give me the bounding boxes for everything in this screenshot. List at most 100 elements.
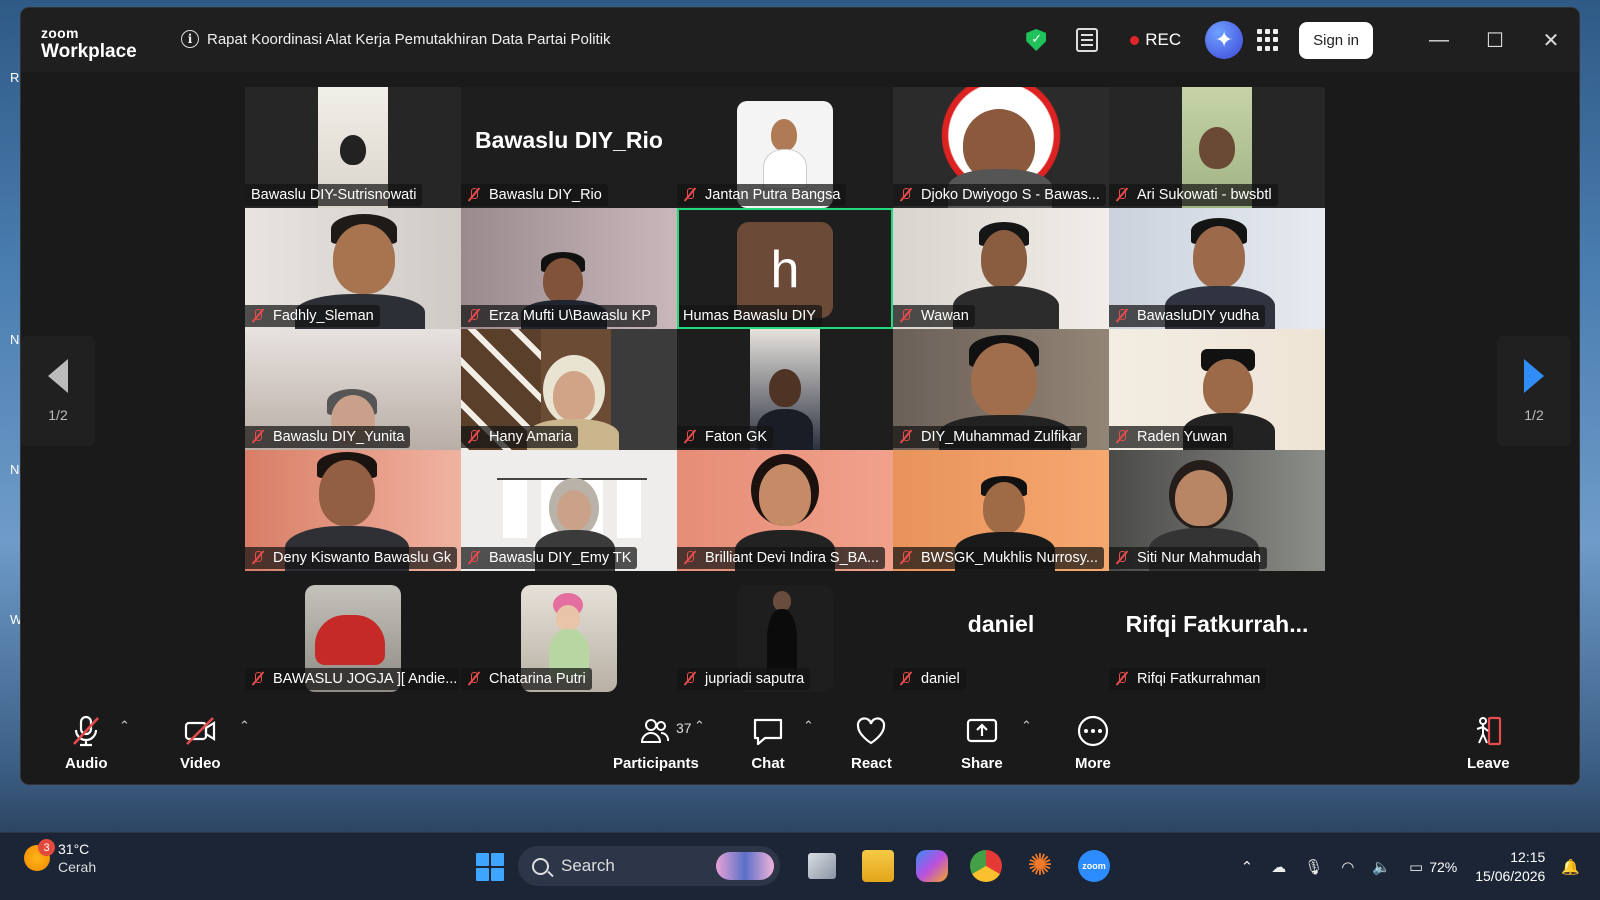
video-tile[interactable]: Chatarina Putri bbox=[461, 571, 677, 692]
video-tile[interactable]: jupriadi saputra bbox=[677, 571, 893, 692]
show-hidden-icons-chevron-icon[interactable]: ⌃ bbox=[1241, 858, 1254, 876]
video-tile[interactable]: Wawan bbox=[893, 208, 1109, 329]
mic-muted-icon bbox=[1115, 551, 1129, 565]
maximize-button[interactable]: ☐ bbox=[1467, 8, 1523, 72]
gallery-view: 1/2 1/2 Bawaslu DIY-Sutrisnowati Bawaslu… bbox=[21, 72, 1579, 706]
mic-muted-icon bbox=[683, 672, 697, 686]
video-tile[interactable]: Bawaslu DIY_Emy TK bbox=[461, 450, 677, 571]
video-tile[interactable]: Ari Sukowati - bwsbtl bbox=[1109, 87, 1325, 208]
audio-button[interactable]: Audio bbox=[65, 714, 108, 772]
info-icon[interactable]: i bbox=[181, 30, 199, 48]
mic-muted-icon bbox=[73, 715, 100, 747]
notes-icon[interactable] bbox=[1076, 28, 1099, 52]
mic-muted-icon bbox=[251, 551, 265, 565]
clock[interactable]: 12:15 15/06/2026 bbox=[1475, 848, 1545, 886]
weather-widget[interactable]: 3 31°C Cerah bbox=[24, 839, 96, 875]
more-button[interactable]: More bbox=[1075, 714, 1111, 772]
heart-icon bbox=[857, 717, 886, 745]
mic-muted-icon bbox=[1115, 188, 1129, 202]
participants-options-chevron-icon[interactable]: ⌃ bbox=[694, 718, 705, 734]
battery-icon[interactable]: ▭ bbox=[1409, 858, 1423, 876]
mic-muted-icon bbox=[899, 430, 913, 444]
sign-in-button[interactable]: Sign in bbox=[1299, 21, 1373, 59]
share-options-chevron-icon[interactable]: ⌃ bbox=[1021, 718, 1032, 734]
video-tile[interactable]: BWSGK_Mukhlis Nurrosy... bbox=[893, 450, 1109, 571]
video-off-icon bbox=[185, 717, 216, 745]
video-tile[interactable]: Jantan Putra Bangsa bbox=[677, 87, 893, 208]
meeting-info[interactable]: i Rapat Koordinasi Alat Kerja Pemutakhir… bbox=[181, 30, 611, 48]
battery-percent: 72% bbox=[1429, 859, 1458, 875]
video-options-chevron-icon[interactable]: ⌃ bbox=[239, 718, 250, 734]
react-button[interactable]: React bbox=[851, 714, 892, 772]
zoom-logo: zoom Workplace bbox=[41, 25, 137, 62]
mic-muted-icon bbox=[1115, 430, 1129, 444]
wifi-icon[interactable]: ◠ bbox=[1341, 858, 1354, 876]
chat-options-chevron-icon[interactable]: ⌃ bbox=[803, 718, 814, 734]
mic-muted-icon bbox=[467, 551, 481, 565]
video-tile[interactable]: Rifqi Fatkurrah... Rifqi Fatkurrahman bbox=[1109, 571, 1325, 692]
onedrive-cloud-icon[interactable]: ☁ bbox=[1271, 858, 1286, 876]
rec-dot-icon bbox=[1130, 35, 1140, 45]
ai-companion-icon[interactable]: ✦ bbox=[1205, 21, 1244, 59]
zoom-taskbar-icon[interactable]: zoom bbox=[1078, 850, 1110, 882]
video-tile[interactable]: Bawaslu DIY_Rio Bawaslu DIY_Rio bbox=[461, 87, 677, 208]
volume-icon[interactable]: 🔈 bbox=[1372, 858, 1391, 876]
microphone-location-icon[interactable]: 🎙 bbox=[1304, 858, 1323, 876]
next-page-button[interactable]: 1/2 bbox=[1497, 336, 1571, 446]
mic-muted-icon bbox=[899, 309, 913, 323]
windows-start-icon[interactable] bbox=[476, 853, 504, 881]
arrow-right-icon bbox=[1524, 359, 1544, 393]
mic-muted-icon bbox=[1115, 672, 1129, 686]
video-tile[interactable]: Fadhly_Sleman bbox=[245, 208, 461, 329]
video-tile[interactable]: DIY_Muhammad Zulfikar bbox=[893, 329, 1109, 450]
mic-muted-icon bbox=[683, 430, 697, 444]
chrome-icon[interactable] bbox=[970, 850, 1002, 882]
video-tile[interactable]: Deny Kiswanto Bawaslu Gk bbox=[245, 450, 461, 571]
video-tile[interactable]: Djoko Dwiyogo S - Bawas... bbox=[893, 87, 1109, 208]
apps-grid-icon[interactable] bbox=[1257, 29, 1279, 51]
recording-indicator[interactable]: REC bbox=[1130, 30, 1181, 50]
mic-muted-icon bbox=[899, 672, 913, 686]
notifications-bell-icon[interactable]: 🔔 bbox=[1561, 858, 1580, 876]
mic-muted-icon bbox=[251, 309, 265, 323]
security-shield-icon[interactable] bbox=[1026, 29, 1047, 51]
audio-options-chevron-icon[interactable]: ⌃ bbox=[119, 718, 130, 734]
minimize-button[interactable]: — bbox=[1411, 8, 1467, 72]
mic-muted-icon bbox=[683, 188, 697, 202]
video-tile[interactable]: Raden Yuwan bbox=[1109, 329, 1325, 450]
system-tray: ⌃ ☁ 🎙 ◠ 🔈 ▭ 72% 12:15 15/06/2026 🔔 bbox=[1241, 833, 1600, 900]
more-dots-icon bbox=[1077, 715, 1109, 747]
leave-icon bbox=[1476, 716, 1502, 746]
file-explorer-icon[interactable] bbox=[862, 850, 894, 882]
video-tile[interactable]: BAWASLU JOGJA ][ Andie... bbox=[245, 571, 461, 692]
claude-icon[interactable]: ✺ bbox=[1024, 850, 1056, 882]
video-tile[interactable]: Brilliant Devi Indira S_BA... bbox=[677, 450, 893, 571]
mic-muted-icon bbox=[467, 430, 481, 444]
task-view-icon[interactable] bbox=[808, 853, 836, 879]
video-tile[interactable]: Erza Mufti U\Bawaslu KP bbox=[461, 208, 677, 329]
video-tile[interactable]: Faton GK bbox=[677, 329, 893, 450]
close-button[interactable]: ✕ bbox=[1523, 8, 1579, 72]
notification-badge: 3 bbox=[38, 839, 55, 856]
video-tile[interactable]: Bawaslu DIY-Sutrisnowati bbox=[245, 87, 461, 208]
video-tile[interactable]: BawasluDIY yudha bbox=[1109, 208, 1325, 329]
arrow-left-icon bbox=[48, 359, 68, 393]
participants-button[interactable]: 37 Participants bbox=[613, 714, 699, 772]
video-tile[interactable]: Siti Nur Mahmudah bbox=[1109, 450, 1325, 571]
video-tile[interactable]: Bawaslu DIY_Yunita bbox=[245, 329, 461, 450]
taskbar-search[interactable]: Search bbox=[518, 846, 780, 886]
copilot-icon[interactable] bbox=[916, 850, 948, 882]
mic-muted-icon bbox=[467, 188, 481, 202]
leave-button[interactable]: Leave bbox=[1467, 714, 1510, 772]
title-bar: zoom Workplace i Rapat Koordinasi Alat K… bbox=[21, 8, 1579, 72]
video-tile[interactable]: Hany Amaria bbox=[461, 329, 677, 450]
share-button[interactable]: Share bbox=[961, 714, 1003, 772]
share-screen-icon bbox=[966, 718, 997, 743]
video-tile[interactable]: daniel daniel bbox=[893, 571, 1109, 692]
video-button[interactable]: Video bbox=[180, 714, 221, 772]
mic-muted-icon bbox=[467, 672, 481, 686]
chat-icon bbox=[753, 718, 783, 746]
prev-page-button[interactable]: 1/2 bbox=[21, 336, 95, 446]
chat-button[interactable]: Chat bbox=[751, 714, 785, 772]
video-tile[interactable]: h Humas Bawaslu DIY bbox=[677, 208, 893, 329]
